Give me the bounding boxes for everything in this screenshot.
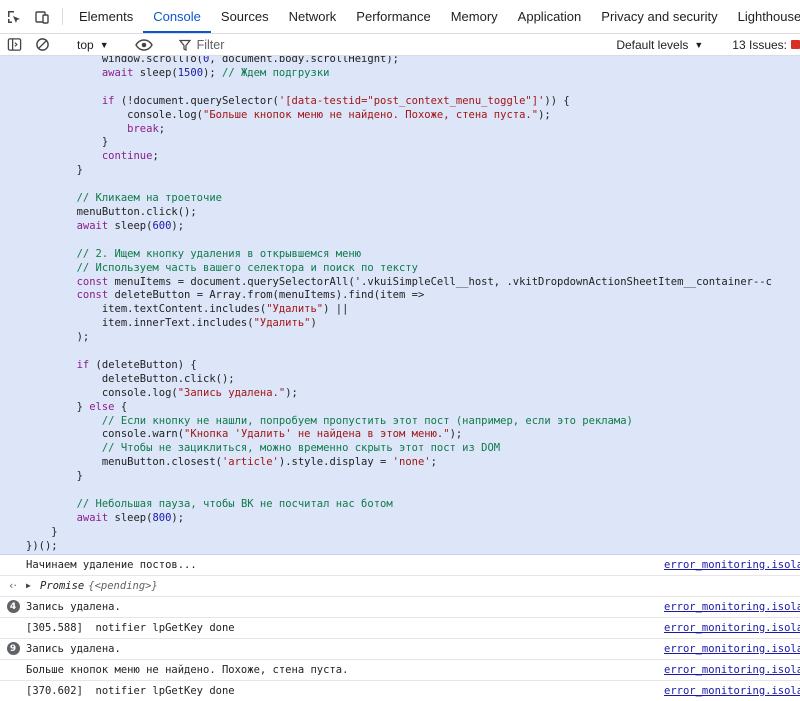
repeat-count-badge: 4 <box>6 600 20 614</box>
tab-sources[interactable]: Sources <box>211 0 279 33</box>
console-result-row: ‹· ▶ Promise {<pending>} <box>0 576 800 597</box>
console-output: window.scrollTo(0, document.body.scrollH… <box>0 56 800 701</box>
console-toolbar: top ▼ Filter Default levels ▼ 13 Issues: <box>0 34 800 56</box>
promise-label: Promise <box>40 579 85 592</box>
context-label: top <box>77 37 94 52</box>
tab-console[interactable]: Console <box>143 0 211 33</box>
issue-error-icon <box>791 40 800 49</box>
log-levels-label: Default levels <box>616 37 689 52</box>
chevron-down-icon: ▼ <box>99 39 109 50</box>
log-message-text: Запись удалена. <box>26 600 121 613</box>
device-toolbar-icon[interactable] <box>28 0 56 33</box>
source-link[interactable]: error_monitoring.isolated <box>664 643 800 655</box>
tab-performance[interactable]: Performance <box>346 0 440 33</box>
tab-application[interactable]: Application <box>508 0 592 33</box>
tab-network[interactable]: Network <box>279 0 347 33</box>
source-link[interactable]: error_monitoring.isolated <box>664 685 800 697</box>
log-levels-dropdown[interactable]: Default levels ▼ <box>608 38 711 52</box>
log-message-text: [305.588] notifier lpGetKey done <box>26 621 235 634</box>
log-message-text: Больше кнопок меню не найдено. Похоже, с… <box>26 663 349 676</box>
context-selector[interactable]: top ▼ <box>69 38 117 52</box>
console-log-row: Больше кнопок меню не найдено. Похоже, с… <box>0 660 800 681</box>
divider <box>62 8 63 25</box>
repeat-count-badge: 9 <box>6 642 20 656</box>
live-expression-eye-icon[interactable] <box>130 38 158 52</box>
log-message-text: Начинаем удаление постов... <box>26 558 197 571</box>
promise-state: {<pending>} <box>88 579 158 592</box>
message-gutter: 4 <box>0 600 26 614</box>
result-arrow-icon: ‹· <box>9 579 17 593</box>
expand-triangle-icon[interactable]: ▶ <box>26 581 36 590</box>
filter-icon <box>178 39 191 51</box>
console-messages: Начинаем удаление постов... error_monitor… <box>0 555 800 701</box>
source-link[interactable]: error_monitoring.isolated <box>664 622 800 634</box>
promise-object[interactable]: ▶ Promise {<pending>} <box>26 580 800 592</box>
filter-input[interactable]: Filter <box>171 34 609 55</box>
code-snippet: window.scrollTo(0, document.body.scrollH… <box>26 56 772 552</box>
issues-counter[interactable]: 13 Issues: <box>724 38 800 52</box>
tab-elements[interactable]: Elements <box>69 0 143 33</box>
clear-console-icon[interactable] <box>28 37 56 52</box>
message-gutter: ‹· <box>0 579 26 592</box>
tab-memory[interactable]: Memory <box>441 0 508 33</box>
console-log-row: [370.602] notifier lpGetKey done error_mo… <box>0 681 800 701</box>
inspect-element-icon[interactable] <box>0 0 28 33</box>
log-message-text: Запись удалена. <box>26 642 121 655</box>
log-message-text: [370.602] notifier lpGetKey done <box>26 684 235 697</box>
source-link[interactable]: error_monitoring.isolated <box>664 601 800 613</box>
filter-placeholder: Filter <box>196 37 225 52</box>
source-link[interactable]: error_monitoring.isolated <box>664 559 800 571</box>
console-log-row: Начинаем удаление постов... error_monitor… <box>0 555 800 576</box>
tab-lighthouse[interactable]: Lighthouse <box>728 0 800 33</box>
devtools-tabbar: Elements Console Sources Network Performance… <box>0 0 800 34</box>
chevron-down-icon: ▼ <box>694 39 704 50</box>
console-log-row: 9 Запись удалена. error_monitoring.isolate… <box>0 639 800 660</box>
console-log-row: [305.588] notifier lpGetKey done error_mo… <box>0 618 800 639</box>
sidebar-toggle-icon[interactable] <box>0 37 28 52</box>
source-link[interactable]: error_monitoring.isolated <box>664 664 800 676</box>
panel-tabs: Elements Console Sources Network Performance… <box>69 0 800 33</box>
command-input-echo: window.scrollTo(0, document.body.scrollH… <box>0 56 800 555</box>
console-log-row: 4 Запись удалена. error_monitoring.isolate… <box>0 597 800 618</box>
tab-privacy-and-security[interactable]: Privacy and security <box>591 0 727 33</box>
promise-result: ▶ Promise {<pending>} <box>26 580 800 592</box>
message-gutter: 9 <box>0 642 26 656</box>
issues-label: 13 Issues: <box>732 37 787 52</box>
